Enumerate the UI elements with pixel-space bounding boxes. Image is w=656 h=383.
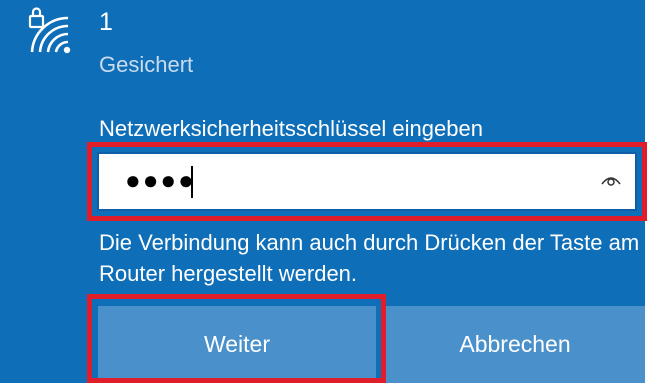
- input-highlight-frame: [87, 142, 647, 221]
- network-security-status: Gesichert: [99, 52, 194, 77]
- network-name: 1: [99, 8, 113, 36]
- cancel-button[interactable]: Abbrechen: [385, 306, 645, 383]
- secured-wifi-icon: [28, 7, 71, 54]
- wps-hint-text: Die Verbindung kann auch durch Drücken d…: [99, 230, 640, 286]
- cancel-button-label: Abbrechen: [459, 331, 571, 357]
- button-highlight-frame: [87, 294, 386, 383]
- network-key-label: Netzwerksicherheitsschlüssel eingeben: [99, 116, 483, 141]
